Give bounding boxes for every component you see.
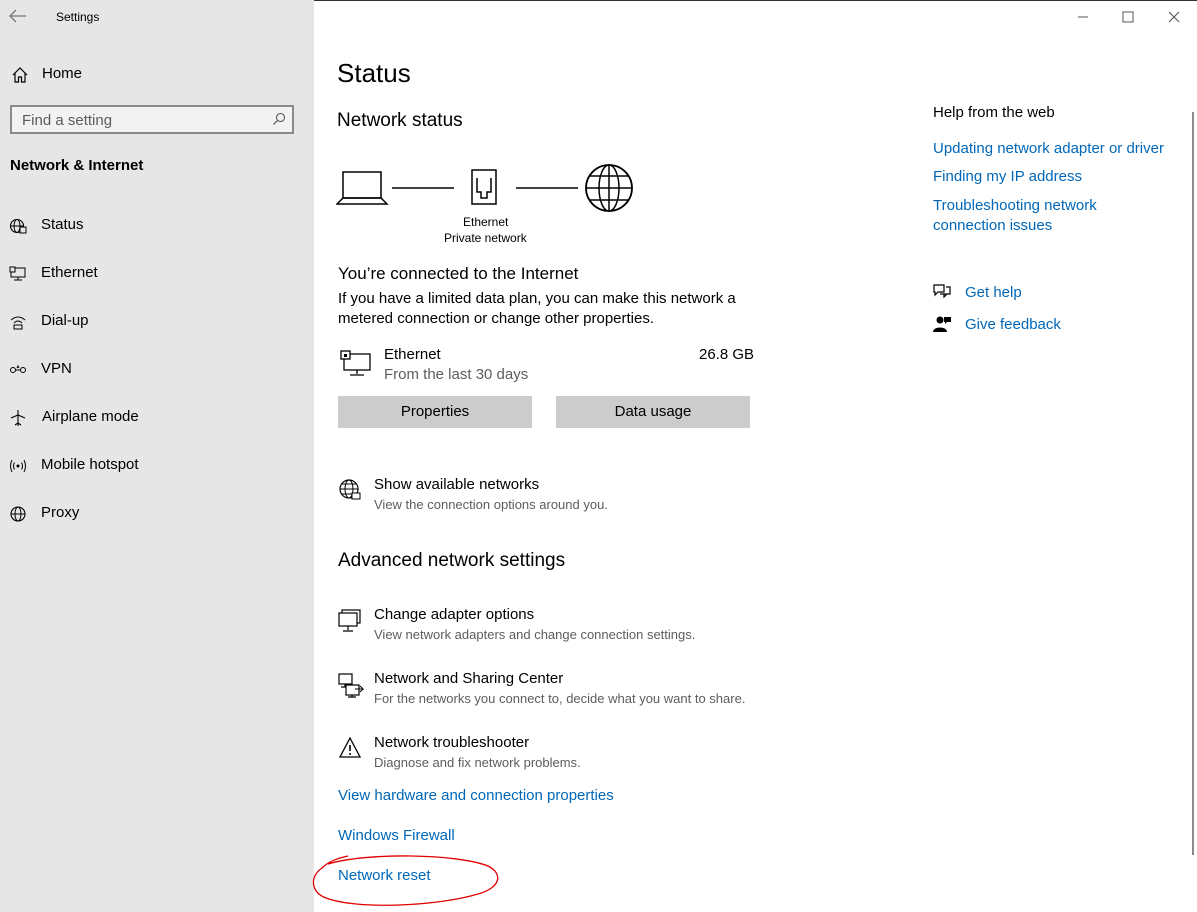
sidebar-item-status[interactable]: Status <box>0 206 314 246</box>
close-icon <box>1168 11 1180 23</box>
network-troubleshooter-title: Network troubleshooter <box>374 734 530 751</box>
globe-icon <box>585 164 633 212</box>
search-icon <box>272 112 286 131</box>
warning-icon <box>338 736 362 765</box>
network-status-heading: Network status <box>337 110 463 131</box>
sidebar-item-label: VPN <box>41 360 72 377</box>
help-link-troubleshooting-line1: Troubleshooting network <box>933 197 1097 214</box>
get-help-icon <box>932 283 952 306</box>
adapter-icon <box>338 608 362 639</box>
get-help-label: Get help <box>965 284 1022 301</box>
diagram-adapter-name: Ethernet <box>463 215 509 229</box>
sidebar-item-airplane[interactable]: Airplane mode <box>0 398 314 438</box>
vpn-icon <box>9 361 27 379</box>
minimize-icon <box>1078 16 1088 18</box>
sidebar-item-label: Dial-up <box>41 312 89 329</box>
windows-firewall-link[interactable]: Windows Firewall <box>338 827 455 844</box>
usage-period: From the last 30 days <box>384 366 529 383</box>
dialup-icon <box>9 313 27 331</box>
search-placeholder: Find a setting <box>22 112 113 129</box>
globe-icon <box>9 505 27 523</box>
network-globe-icon <box>338 478 362 507</box>
help-link-find-ip[interactable]: Finding my IP address <box>933 168 1082 185</box>
network-sharing-center-item[interactable]: Network and Sharing Center For the netwo… <box>336 668 776 712</box>
search-input[interactable]: Find a setting <box>10 105 294 134</box>
connected-description-line2: metered connection or change other prope… <box>338 310 655 327</box>
change-adapter-options-item[interactable]: Change adapter options View network adap… <box>336 604 756 648</box>
network-sharing-center-title: Network and Sharing Center <box>374 670 564 687</box>
sidebar-item-label: Mobile hotspot <box>41 456 139 473</box>
sidebar-item-dialup[interactable]: Dial-up <box>0 302 314 342</box>
data-usage-button[interactable]: Data usage <box>556 396 750 428</box>
network-diagram: Ethernet Private network <box>336 160 640 250</box>
feedback-icon <box>932 315 952 338</box>
scrollbar[interactable] <box>1192 112 1194 855</box>
maximize-button[interactable] <box>1117 6 1139 28</box>
sidebar-item-label: Proxy <box>41 504 80 521</box>
globe-status-icon <box>9 217 27 235</box>
connected-description-line1: If you have a limited data plan, you can… <box>338 290 736 307</box>
sidebar-item-hotspot[interactable]: Mobile hotspot <box>0 446 314 486</box>
sidebar-item-home[interactable]: Home <box>0 54 314 94</box>
sidebar-item-label: Airplane mode <box>42 408 139 425</box>
diagram-network-type: Private network <box>444 231 527 245</box>
section-title: Network & Internet <box>10 157 144 174</box>
change-adapter-options-title: Change adapter options <box>374 606 535 623</box>
sidebar-item-vpn[interactable]: VPN <box>0 350 314 390</box>
usage-ethernet-icon <box>340 348 372 383</box>
annotation-circle <box>312 855 499 906</box>
connected-heading: You’re connected to the Internet <box>338 264 579 283</box>
sidebar: Settings Home Find a setting Network & I… <box>0 0 314 912</box>
give-feedback-label: Give feedback <box>965 316 1061 333</box>
properties-button[interactable]: Properties <box>338 396 532 428</box>
advanced-heading: Advanced network settings <box>338 550 566 571</box>
page-title: Status <box>337 58 411 88</box>
network-troubleshooter-item[interactable]: Network troubleshooter Diagnose and fix … <box>336 732 756 776</box>
network-diagram-graphic <box>336 164 633 212</box>
ethernet-port-icon <box>471 169 497 205</box>
back-arrow-icon <box>9 9 26 23</box>
network-sharing-center-description: For the networks you connect to, decide … <box>374 691 746 706</box>
show-networks-description: View the connection options around you. <box>374 497 608 512</box>
usage-adapter-name: Ethernet <box>384 346 441 363</box>
sidebar-item-label: Ethernet <box>41 264 98 281</box>
help-heading: Help from the web <box>933 104 1055 121</box>
sidebar-item-label: Home <box>42 65 83 82</box>
window-title: Settings <box>56 10 100 24</box>
ethernet-icon <box>9 265 27 283</box>
window-top-border <box>314 0 1197 1</box>
sidebar-item-label: Status <box>41 216 84 233</box>
sidebar-item-ethernet[interactable]: Ethernet <box>0 254 314 294</box>
close-button[interactable] <box>1163 6 1185 28</box>
network-troubleshooter-description: Diagnose and fix network problems. <box>374 755 581 770</box>
help-link-troubleshooting[interactable]: Troubleshooting network connection issue… <box>933 196 1097 236</box>
view-hardware-link[interactable]: View hardware and connection properties <box>338 787 614 804</box>
help-link-update-driver[interactable]: Updating network adapter or driver <box>933 140 1164 157</box>
sharing-center-icon <box>338 672 365 703</box>
laptop-icon <box>336 171 389 205</box>
show-networks-item[interactable]: Show available networks View the connect… <box>336 474 756 518</box>
hotspot-icon <box>9 457 27 475</box>
back-button[interactable] <box>8 8 30 26</box>
minimize-button[interactable] <box>1072 6 1094 28</box>
help-link-troubleshooting-line2: connection issues <box>933 217 1053 234</box>
airplane-icon <box>9 409 27 427</box>
maximize-icon <box>1122 11 1134 23</box>
home-icon <box>11 66 29 84</box>
change-adapter-options-description: View network adapters and change connect… <box>374 627 696 642</box>
sidebar-item-proxy[interactable]: Proxy <box>0 494 314 534</box>
show-networks-title: Show available networks <box>374 476 540 493</box>
usage-amount: 26.8 GB <box>699 346 755 363</box>
